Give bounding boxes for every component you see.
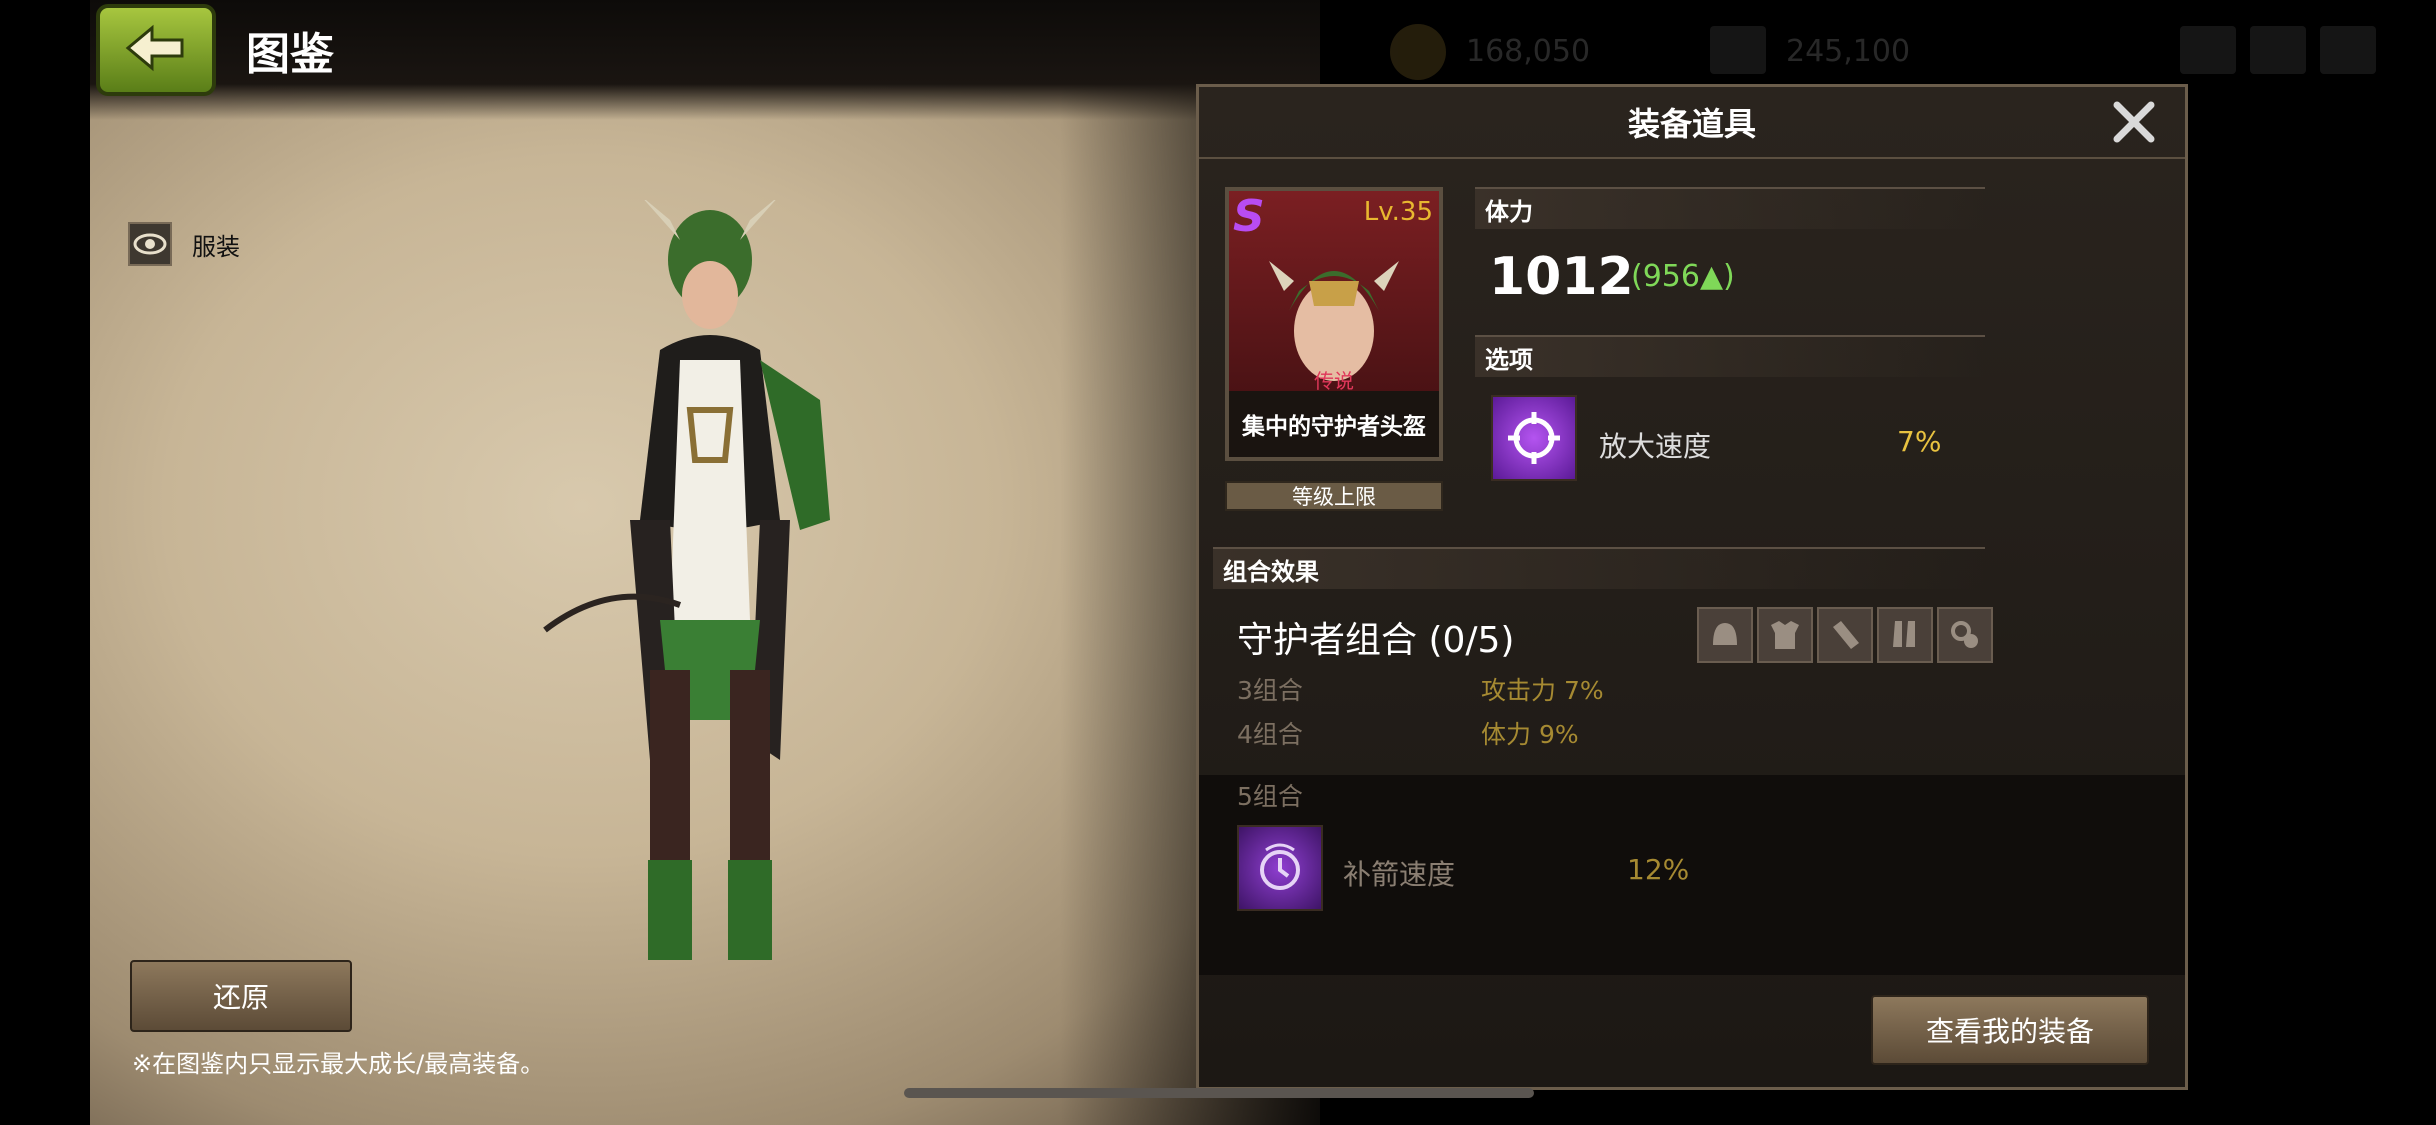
- set-slots: [1697, 607, 1993, 663]
- set-5-label: 5组合: [1237, 782, 1303, 811]
- gem-icon: [1710, 26, 1766, 74]
- footnote: ※在图鉴内只显示最大成长/最高装备。: [132, 1050, 545, 1078]
- option-value: 7%: [1897, 425, 1942, 458]
- panel-header: 装备道具: [1199, 87, 2185, 159]
- costume-label: 服装: [192, 232, 240, 261]
- grade-label: 传说: [1314, 369, 1354, 393]
- costume-toggle[interactable]: 服装: [128, 222, 240, 266]
- level-cap-label: 等级上限: [1225, 481, 1443, 511]
- item-card[interactable]: S Lv.35 传说 集中的守护者头盔: [1225, 187, 1443, 461]
- bracer-icon[interactable]: [1817, 607, 1873, 663]
- menu-icon: [2320, 26, 2376, 74]
- equipment-panel: 装备道具 S Lv.35 传说 集中的守护者头盔 等级上限 体力 1012 (9…: [1196, 84, 2188, 1090]
- restore-button[interactable]: 还原: [130, 960, 352, 1032]
- helmet-icon[interactable]: [1697, 607, 1753, 663]
- set-5-value: 12%: [1627, 853, 1690, 886]
- stamina-header: 体力: [1475, 187, 1985, 229]
- boots-icon[interactable]: [1877, 607, 1933, 663]
- back-arrow-icon: [124, 24, 188, 76]
- character-model: [520, 195, 940, 1020]
- set-effect-header: 组合效果: [1213, 547, 1985, 589]
- coin-icon: [1390, 24, 1446, 80]
- item-name-bar: 集中的守护者头盔: [1229, 391, 1439, 457]
- options-header: 选项: [1475, 335, 1985, 377]
- stamina-delta: (956▲): [1631, 259, 1735, 294]
- item-name: 集中的守护者头盔: [1242, 414, 1426, 440]
- eye-icon: [128, 222, 172, 266]
- set-4-value: 体力 9%: [1481, 720, 1579, 749]
- set-3-value: 攻击力 7%: [1481, 676, 1604, 705]
- set-name: 守护者组合 (0/5): [1237, 620, 1515, 661]
- home-indicator: [904, 1088, 1534, 1098]
- gem-amount: 245,100: [1786, 34, 1911, 69]
- stamina-value: 1012: [1489, 247, 1634, 307]
- accessory-icon[interactable]: [1937, 607, 1993, 663]
- page-title: 图鉴: [246, 29, 334, 80]
- rank-badge: S: [1233, 191, 1265, 242]
- close-button[interactable]: [2109, 97, 2159, 147]
- gold-amount: 168,050: [1466, 34, 1591, 69]
- panel-title: 装备道具: [1627, 105, 1756, 143]
- option-name: 放大速度: [1599, 430, 1712, 463]
- close-icon: [2113, 101, 2155, 143]
- arrow-reload-icon: [1237, 825, 1323, 911]
- crosshair-icon: [1491, 395, 1577, 481]
- set-4-label: 4组合: [1237, 720, 1303, 749]
- view-my-equipment-button[interactable]: 查看我的装备: [1871, 995, 2149, 1065]
- back-button[interactable]: [96, 4, 216, 96]
- mail-icon: [2180, 26, 2236, 74]
- armor-icon[interactable]: [1757, 607, 1813, 663]
- set-5-effect: 补箭速度: [1343, 858, 1456, 891]
- set-3-label: 3组合: [1237, 676, 1303, 705]
- chat-icon: [2250, 26, 2306, 74]
